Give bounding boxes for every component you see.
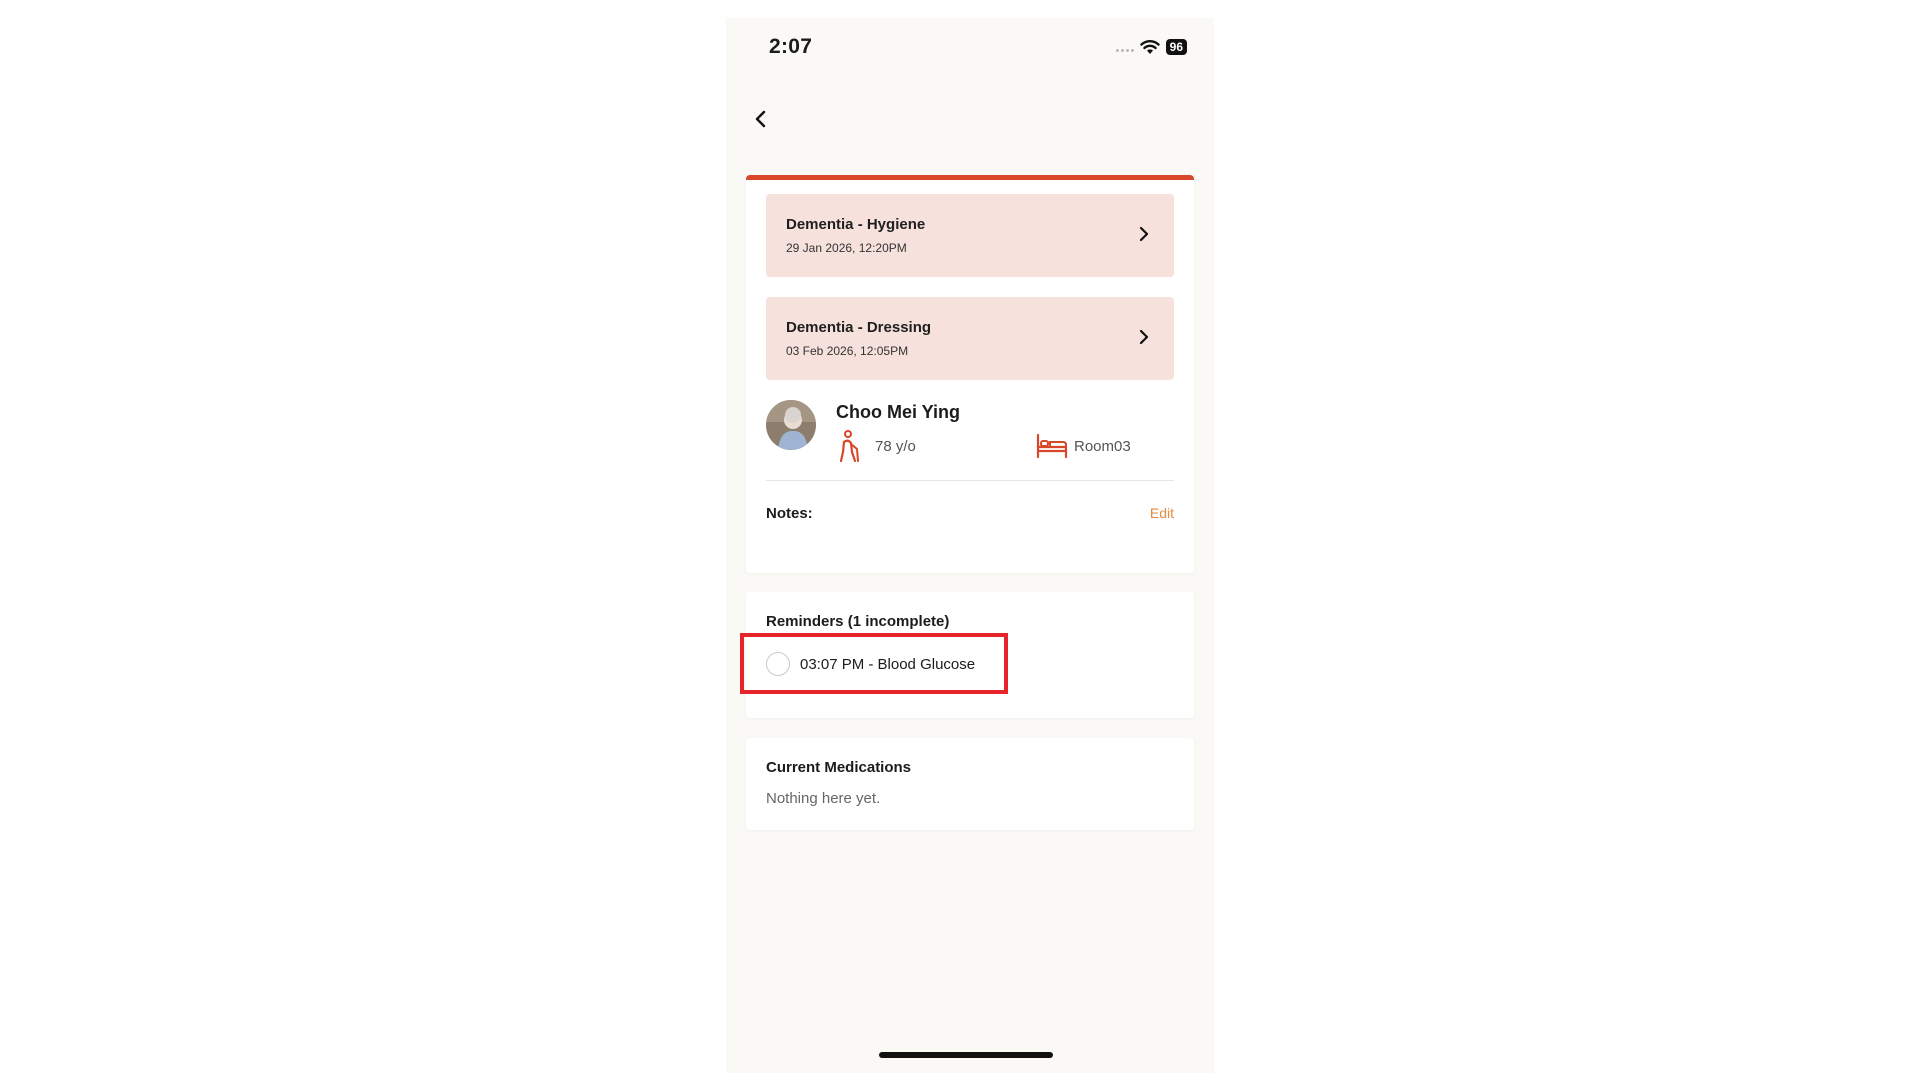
- care-plan-title: Dementia - Dressing: [786, 319, 932, 336]
- patient-card: Dementia - Hygiene 29 Jan 2026, 12:20PM …: [746, 175, 1194, 573]
- care-plan-item[interactable]: Dementia - Dressing 03 Feb 2026, 12:05PM: [766, 297, 1174, 380]
- medications-empty-text: Nothing here yet.: [766, 790, 881, 807]
- medications-title: Current Medications: [766, 759, 912, 776]
- home-indicator[interactable]: [879, 1052, 1053, 1058]
- chevron-right-icon: [1139, 226, 1149, 242]
- patient-age: 78 y/o: [875, 438, 916, 455]
- notes-label: Notes:: [766, 505, 813, 522]
- status-time: 2:07: [769, 35, 813, 58]
- patient-name: Choo Mei Ying: [836, 402, 960, 422]
- cellular-signal-icon: [1115, 48, 1134, 52]
- reminders-title: Reminders (1 incomplete): [766, 613, 950, 630]
- wifi-icon: [1139, 40, 1160, 54]
- care-plan-date: 03 Feb 2026, 12:05PM: [786, 344, 909, 358]
- medications-card: Current Medications Nothing here yet.: [746, 738, 1194, 830]
- chevron-right-icon: [1139, 329, 1149, 345]
- care-plan-item[interactable]: Dementia - Hygiene 29 Jan 2026, 12:20PM: [766, 194, 1174, 277]
- patient-avatar: [766, 400, 816, 450]
- back-button[interactable]: [746, 104, 776, 134]
- patient-room: Room03: [1074, 438, 1131, 455]
- edit-notes-link[interactable]: Edit: [1150, 505, 1174, 521]
- bed-icon: [1036, 433, 1068, 459]
- reminder-item[interactable]: 03:07 PM - Blood Glucose: [766, 649, 975, 679]
- divider: [766, 480, 1174, 481]
- elderly-person-icon: [839, 430, 859, 462]
- phone-screen: 2:07 96 Dementia - Hygiene 29 Jan 2026, …: [726, 18, 1214, 1073]
- battery-indicator: 96: [1165, 39, 1187, 55]
- care-plan-date: 29 Jan 2026, 12:20PM: [786, 241, 907, 255]
- care-plan-title: Dementia - Hygiene: [786, 216, 926, 233]
- status-indicators: 96: [1115, 39, 1187, 55]
- reminder-label: 03:07 PM - Blood Glucose: [800, 655, 976, 673]
- reminder-checkbox[interactable]: [766, 652, 790, 676]
- chevron-left-icon: [755, 110, 766, 128]
- reminders-card: Reminders (1 incomplete) 03:07 PM - Bloo…: [746, 592, 1194, 718]
